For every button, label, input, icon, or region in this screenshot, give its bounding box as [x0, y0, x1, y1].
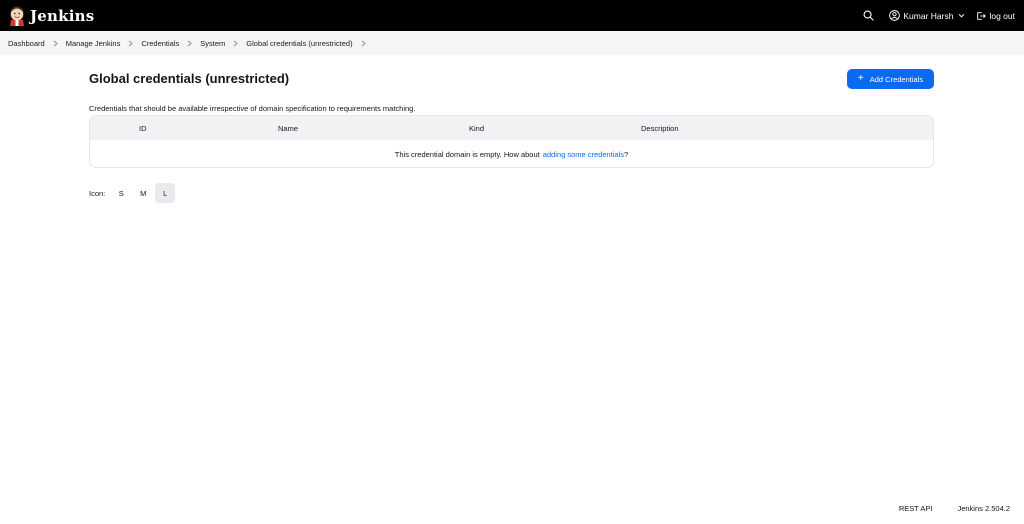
- add-credentials-link[interactable]: adding some credentials: [543, 150, 624, 159]
- breadcrumb-global-credentials[interactable]: Global credentials (unrestricted): [246, 39, 352, 48]
- column-kind[interactable]: Kind: [469, 124, 484, 133]
- icon-size-s[interactable]: S: [111, 183, 131, 203]
- empty-state-suffix: ?: [624, 149, 629, 159]
- breadcrumb-credentials[interactable]: Credentials: [141, 39, 179, 48]
- breadcrumb: Dashboard Manage Jenkins Credentials Sys…: [0, 31, 1024, 55]
- breadcrumb-manage-jenkins[interactable]: Manage Jenkins: [66, 39, 121, 48]
- icon-size-label: Icon:: [89, 188, 106, 198]
- empty-state-text: This credential domain is empty. How abo…: [394, 149, 540, 159]
- brand-name: Jenkins: [30, 6, 95, 25]
- chevron-right-icon: [187, 40, 192, 46]
- chevron-right-icon[interactable]: [361, 40, 366, 47]
- add-credentials-button[interactable]: + Add Credentials: [847, 69, 934, 89]
- user-icon: [889, 10, 901, 21]
- page-description: Credentials that should be available irr…: [89, 104, 416, 113]
- add-credentials-label: Add Credentials: [869, 74, 924, 84]
- logout-label: log out: [989, 10, 1015, 21]
- logout-icon: [977, 11, 987, 20]
- column-description[interactable]: Description: [641, 124, 679, 133]
- version-link[interactable]: Jenkins 2.504.2: [957, 504, 1010, 513]
- chevron-right-icon: [53, 40, 58, 46]
- table-header: ID Name Kind Description: [90, 116, 933, 140]
- logout-link[interactable]: log out: [976, 11, 1015, 21]
- icon-size-l[interactable]: L: [155, 183, 176, 203]
- jenkins-home-link[interactable]: Jenkins: [8, 6, 94, 26]
- page-footer: REST API Jenkins 2.504.2: [899, 504, 1010, 513]
- icon-size-m[interactable]: M: [133, 183, 153, 203]
- user-menu[interactable]: Kumar Harsh: [889, 10, 965, 21]
- breadcrumb-dashboard[interactable]: Dashboard: [8, 39, 45, 48]
- chevron-right-icon: [129, 40, 134, 46]
- top-header: Jenkins Kumar Harsh log out: [0, 0, 1024, 31]
- search-icon: [863, 10, 874, 21]
- icon-size-selector: Icon: S M L: [89, 183, 177, 203]
- header-actions: Kumar Harsh log out: [861, 0, 1015, 31]
- credentials-table: ID Name Kind Description This credential…: [89, 115, 934, 168]
- breadcrumb-system[interactable]: System: [200, 39, 225, 48]
- user-name: Kumar Harsh: [903, 10, 954, 21]
- search-button[interactable]: [861, 9, 875, 23]
- page-title: Global credentials (unrestricted): [89, 71, 290, 86]
- plus-icon: +: [857, 73, 864, 84]
- jenkins-logo-icon: [10, 6, 24, 26]
- chevron-down-icon: [959, 14, 965, 18]
- column-name[interactable]: Name: [278, 124, 298, 133]
- column-id[interactable]: ID: [139, 124, 147, 133]
- rest-api-link[interactable]: REST API: [899, 504, 933, 513]
- empty-state-row: This credential domain is empty. How abo…: [90, 140, 933, 167]
- chevron-right-icon: [233, 40, 238, 46]
